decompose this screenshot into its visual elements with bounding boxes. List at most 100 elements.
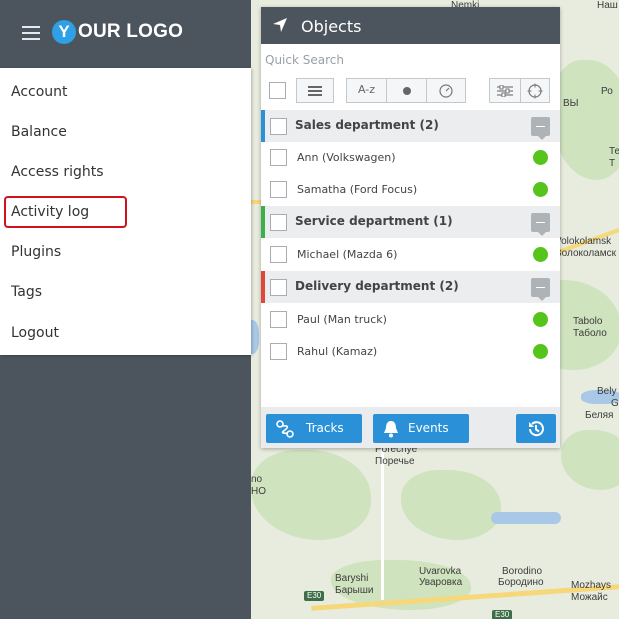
map-label: Tabolo — [573, 316, 603, 327]
speedometer-icon — [439, 83, 453, 98]
events-label: Events — [408, 421, 449, 435]
group-color-bar — [261, 206, 265, 238]
forest-patch — [561, 430, 619, 490]
map-label: Baryshi — [335, 573, 369, 584]
map-label: Mozhays — [571, 580, 612, 591]
crosshair-icon — [527, 83, 543, 98]
group-menu-icon[interactable] — [531, 117, 550, 140]
map-label: no — [251, 474, 263, 485]
object-label: Paul (Man truck) — [297, 313, 387, 326]
locate-button[interactable] — [520, 78, 550, 103]
objects-toolbar: A-z — [261, 78, 560, 106]
menu-item-plugins[interactable]: Plugins — [11, 244, 61, 260]
menu-item-balance[interactable]: Balance — [11, 124, 67, 140]
online-status-icon — [533, 247, 548, 262]
menu-item-tags[interactable]: Tags — [11, 284, 42, 300]
map-label: Наш — [597, 0, 618, 11]
select-all-checkbox[interactable] — [269, 82, 286, 99]
list-icon — [308, 85, 322, 96]
map-label: G — [611, 398, 619, 409]
group-row-service[interactable]: Service department (1) — [261, 206, 560, 238]
sliders-icon — [497, 84, 513, 97]
map-label: Ро — [601, 86, 613, 97]
filter-settings-button[interactable] — [489, 78, 521, 103]
sidebar: Y OUR LOGO Account Balance Access rights… — [0, 0, 251, 619]
group-checkbox[interactable] — [270, 279, 287, 296]
sort-az-button[interactable]: A-z — [346, 78, 387, 103]
object-row[interactable]: Paul (Man truck) — [261, 304, 560, 336]
panel-title: Objects — [301, 17, 362, 36]
navigation-arrow-icon — [273, 18, 287, 32]
list-view-button[interactable] — [296, 78, 334, 103]
map-label: Bely — [597, 386, 617, 397]
menu-item-account[interactable]: Account — [11, 84, 68, 100]
map-label: Волоколамск — [555, 248, 616, 259]
logo-icon: Y — [52, 20, 76, 44]
object-label: Ann (Volkswagen) — [297, 151, 396, 164]
bell-icon — [384, 421, 398, 438]
object-checkbox[interactable] — [270, 246, 287, 263]
group-row-sales[interactable]: Sales department (2) — [261, 110, 560, 142]
group-checkbox[interactable] — [270, 118, 287, 135]
group-row-delivery[interactable]: Delivery department (2) — [261, 271, 560, 303]
speed-filter-button[interactable] — [426, 78, 466, 103]
logo-text: OUR LOGO — [78, 21, 184, 42]
dot-icon — [402, 86, 411, 95]
history-icon — [529, 421, 544, 437]
object-label: Rahul (Kamaz) — [297, 345, 378, 358]
map-label: Volokolamsk — [555, 236, 612, 247]
online-status-icon — [533, 344, 548, 359]
map-label: Беляя — [585, 410, 614, 421]
object-row[interactable]: Michael (Mazda 6) — [261, 239, 560, 271]
events-button[interactable]: Events — [373, 414, 469, 443]
map-label: Бородино — [498, 577, 544, 588]
map-label: Borodino — [502, 566, 543, 577]
object-row[interactable]: Rahul (Kamaz) — [261, 336, 560, 368]
road — [381, 450, 384, 600]
menu-item-activity-log[interactable]: Activity log — [11, 204, 89, 220]
group-color-bar — [261, 271, 265, 303]
object-checkbox[interactable] — [270, 181, 287, 198]
status-filter-button[interactable] — [386, 78, 427, 103]
objects-panel-footer: Tracks Events — [261, 407, 560, 448]
sort-az-label: A-z — [357, 83, 376, 96]
map-label: Таболо — [573, 328, 607, 339]
tracks-label: Tracks — [306, 421, 344, 435]
object-label: Michael (Mazda 6) — [297, 248, 398, 261]
group-label: Delivery department (2) — [295, 279, 459, 293]
object-checkbox[interactable] — [270, 343, 287, 360]
lake — [251, 320, 259, 354]
online-status-icon — [533, 150, 548, 165]
object-checkbox[interactable] — [270, 149, 287, 166]
online-status-icon — [533, 182, 548, 197]
object-checkbox[interactable] — [270, 311, 287, 328]
river — [491, 512, 561, 524]
hamburger-menu-icon[interactable] — [22, 26, 40, 40]
map-label: Т — [609, 158, 616, 169]
group-label: Sales department (2) — [295, 118, 439, 132]
quick-search-input[interactable] — [265, 51, 555, 69]
menu-item-logout[interactable]: Logout — [11, 325, 59, 341]
map-label: НО — [251, 486, 266, 497]
account-menu: Account Balance Access rights Activity l… — [0, 68, 251, 355]
map-label: ВЫ — [563, 98, 579, 109]
map-label: Те — [609, 146, 619, 157]
group-checkbox[interactable] — [270, 214, 287, 231]
map-label: Барыши — [335, 585, 374, 596]
history-button[interactable] — [516, 414, 556, 443]
tracks-icon — [276, 420, 294, 438]
objects-panel-header: Objects — [261, 7, 560, 44]
forest-patch — [251, 450, 371, 540]
group-menu-icon[interactable] — [531, 278, 550, 301]
menu-item-access-rights[interactable]: Access rights — [11, 164, 104, 180]
map-label: Uvarovka — [419, 566, 462, 577]
tracks-button[interactable]: Tracks — [266, 414, 362, 443]
object-row[interactable]: Ann (Volkswagen) — [261, 142, 560, 174]
map-label: Поречье — [375, 456, 415, 467]
group-color-bar — [261, 110, 265, 142]
top-bar: Y OUR LOGO — [0, 0, 251, 68]
group-menu-icon[interactable] — [531, 213, 550, 236]
road-shield: E30 — [304, 591, 325, 601]
object-row[interactable]: Samatha (Ford Focus) — [261, 174, 560, 206]
map-label: Уваровка — [419, 577, 463, 588]
